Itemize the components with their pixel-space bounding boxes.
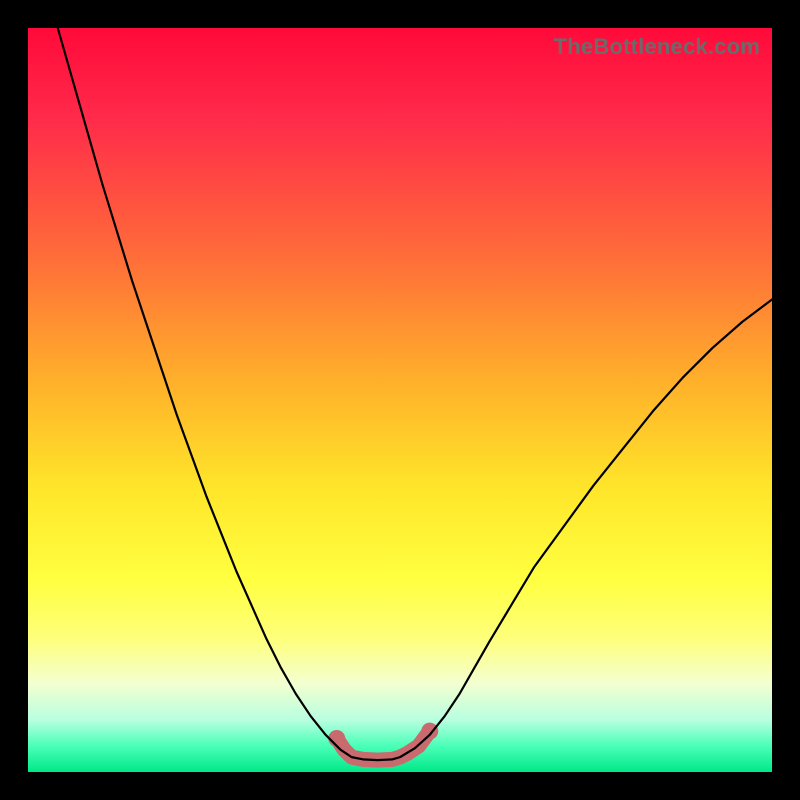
plot-area: TheBottleneck.com xyxy=(28,28,772,772)
chart-frame: TheBottleneck.com xyxy=(0,0,800,800)
watermark-text: TheBottleneck.com xyxy=(554,34,760,60)
chart-svg xyxy=(28,28,772,772)
bottleneck-curve xyxy=(58,28,772,760)
highlight-band-endpoint xyxy=(421,723,438,740)
